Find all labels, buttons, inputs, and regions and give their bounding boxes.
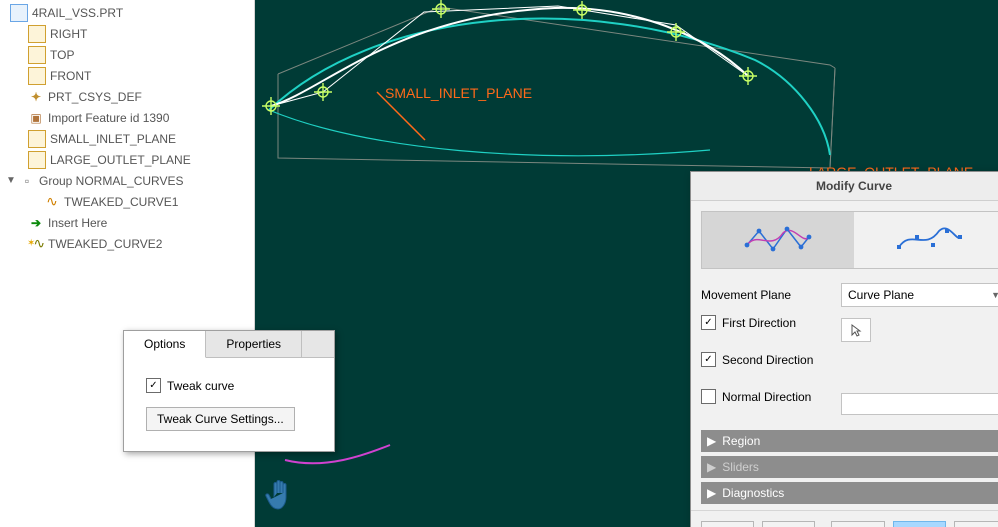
- expand-icon: ▶: [707, 460, 716, 474]
- curve-mode-selector: [701, 211, 998, 269]
- group-icon: ▫: [19, 173, 35, 189]
- checkbox-icon: [146, 378, 161, 393]
- tweak-curve-settings-button[interactable]: Tweak Curve Settings...: [146, 407, 295, 431]
- arrow-cursor-icon: [849, 323, 863, 337]
- datum-plane-icon: [28, 67, 46, 85]
- collapse-icon[interactable]: ▼: [6, 175, 15, 186]
- tree-small-inlet[interactable]: SMALL_INLET_PLANE: [0, 128, 254, 149]
- movement-plane-label: Movement Plane: [701, 288, 841, 302]
- apply-button[interactable]: Apply: [831, 521, 884, 527]
- tab-options[interactable]: Options: [124, 331, 206, 358]
- checkbox-icon: [701, 315, 716, 330]
- movement-plane-value: Curve Plane: [848, 288, 914, 302]
- ok-button[interactable]: OK: [893, 521, 946, 527]
- datum-plane-icon: [28, 151, 46, 169]
- mode-control-polygon-button[interactable]: [702, 212, 854, 268]
- hand-cursor-icon: [260, 475, 300, 515]
- tree-root[interactable]: 4RAIL_VSS.PRT: [0, 2, 254, 23]
- tweak-curve-checkbox[interactable]: Tweak curve: [146, 378, 312, 393]
- mode-through-points-button[interactable]: [854, 212, 998, 268]
- redo-button[interactable]: Redo: [762, 521, 815, 527]
- csys-icon: ✦: [28, 89, 44, 105]
- tree-insert-here[interactable]: ➔Insert Here: [0, 212, 254, 233]
- tree-large-outlet[interactable]: LARGE_OUTLET_PLANE: [0, 149, 254, 170]
- tree-csys[interactable]: ✦PRT_CSYS_DEF: [0, 86, 254, 107]
- graphics-viewport[interactable]: SMALL_INLET_PLANE LARGE_OUTLET_PLANE Mod…: [255, 0, 998, 527]
- dialog-titlebar[interactable]: Modify Curve ✕: [691, 172, 998, 201]
- tree-front[interactable]: FRONT: [0, 65, 254, 86]
- datum-plane-icon: [28, 46, 46, 64]
- section-region[interactable]: ▶Region: [701, 430, 998, 452]
- curve-icon: ∿: [44, 194, 60, 210]
- normal-direction-field[interactable]: [841, 393, 998, 415]
- tree-tweaked1[interactable]: ∿TWEAKED_CURVE1: [0, 191, 254, 212]
- movement-plane-dropdown[interactable]: Curve Plane ▼: [841, 283, 998, 307]
- import-icon: ▣: [28, 110, 44, 126]
- undo-button[interactable]: Undo: [701, 521, 754, 527]
- section-diagnostics[interactable]: ▶Diagnostics: [701, 482, 998, 504]
- tree-tweaked2[interactable]: ✶∿TWEAKED_CURVE2: [0, 233, 254, 254]
- datum-plane-icon: [28, 25, 46, 43]
- first-direction-checkbox[interactable]: First Direction: [701, 315, 841, 330]
- tree-group[interactable]: ▼▫Group NORMAL_CURVES: [0, 170, 254, 191]
- section-sliders: ▶Sliders: [701, 456, 998, 478]
- expand-icon: ▶: [707, 486, 716, 500]
- curve-options-popup: Options Properties Tweak curve Tweak Cur…: [123, 330, 335, 452]
- control-polygon-icon: [743, 225, 813, 255]
- tree-right[interactable]: RIGHT: [0, 23, 254, 44]
- tree-top[interactable]: TOP: [0, 44, 254, 65]
- direction-picker-button[interactable]: [841, 318, 871, 342]
- chevron-down-icon: ▼: [991, 290, 998, 300]
- tab-properties[interactable]: Properties: [206, 331, 302, 357]
- datum-plane-icon: [28, 130, 46, 148]
- insert-here-icon: ➔: [28, 215, 44, 231]
- new-feature-icon: ✶∿: [28, 236, 44, 252]
- tree-import[interactable]: ▣Import Feature id 1390: [0, 107, 254, 128]
- normal-direction-checkbox[interactable]: Normal Direction: [701, 389, 841, 404]
- close-icon[interactable]: ✕: [993, 176, 998, 194]
- second-direction-checkbox[interactable]: Second Direction: [701, 352, 841, 367]
- cancel-button[interactable]: Cancel: [954, 521, 998, 527]
- checkbox-icon: [701, 352, 716, 367]
- dialog-title-text: Modify Curve: [816, 179, 892, 193]
- expand-icon: ▶: [707, 434, 716, 448]
- through-points-icon: [895, 225, 965, 255]
- viewport-label-small-inlet: SMALL_INLET_PLANE: [385, 85, 532, 101]
- modify-curve-dialog: Modify Curve ✕: [690, 171, 998, 527]
- checkbox-icon: [701, 389, 716, 404]
- part-icon: [10, 4, 28, 22]
